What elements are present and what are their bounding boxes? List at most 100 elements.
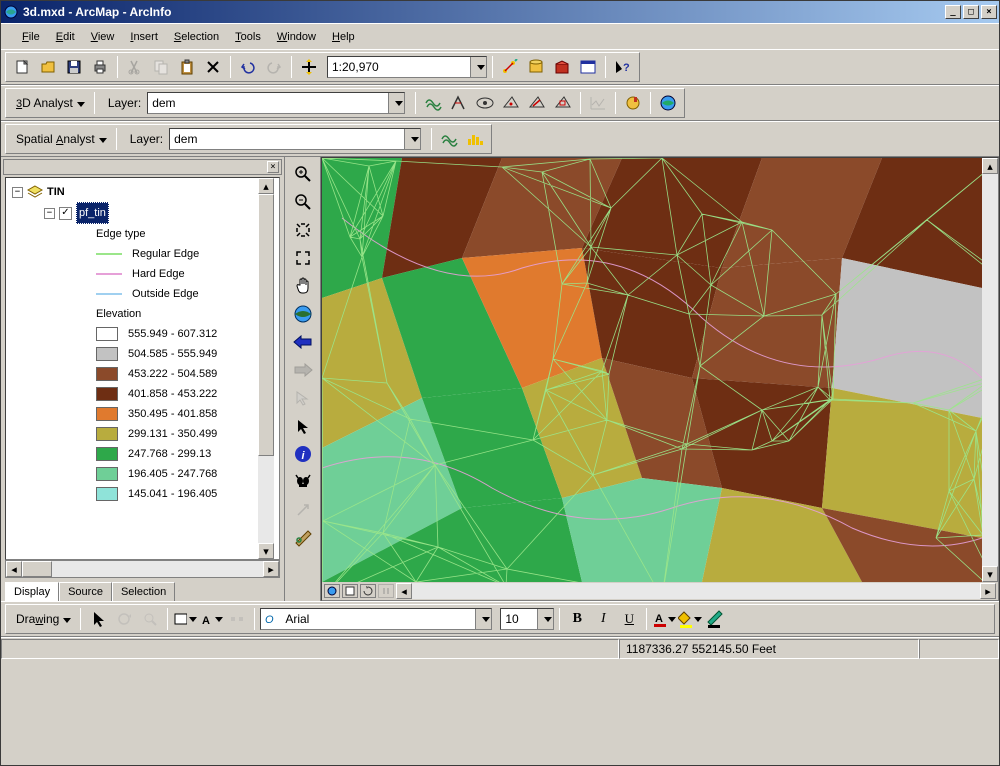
select-features-icon[interactable] xyxy=(290,385,316,411)
arcglobe-button[interactable] xyxy=(656,91,680,115)
scroll-down-button[interactable]: ▾ xyxy=(258,543,274,559)
rotate-icon[interactable] xyxy=(112,607,136,631)
underline-button[interactable]: U xyxy=(617,607,641,631)
map-vertical-scrollbar[interactable]: ▴ ▾ xyxy=(982,158,998,582)
tree-root-row[interactable]: − TIN xyxy=(6,182,279,202)
tree-layer-row[interactable]: − pf_tin xyxy=(6,202,279,224)
map-horizontal-scrollbar[interactable]: ◂ ▸ xyxy=(396,583,996,599)
scale-combo[interactable]: 1:20,970 xyxy=(327,56,487,78)
layer-combo-3d[interactable]: dem xyxy=(147,92,405,114)
profile-graph-icon[interactable] xyxy=(586,91,610,115)
add-data-button[interactable] xyxy=(297,55,321,79)
collapse-icon[interactable]: − xyxy=(44,208,55,219)
interp-poly-icon[interactable] xyxy=(551,91,575,115)
select-elements-icon[interactable] xyxy=(290,413,316,439)
prev-extent-icon[interactable] xyxy=(290,329,316,355)
find-icon[interactable] xyxy=(290,469,316,495)
menu-file[interactable]: File xyxy=(15,28,47,46)
copy-button[interactable] xyxy=(149,55,173,79)
tab-selection[interactable]: Selection xyxy=(112,582,175,601)
editor-toolbar-button[interactable] xyxy=(498,55,522,79)
zoom-out-icon[interactable] xyxy=(290,189,316,215)
command-line-button[interactable] xyxy=(576,55,600,79)
scroll-right-button[interactable]: ▸ xyxy=(263,561,279,577)
minimize-button[interactable]: _ xyxy=(945,5,961,19)
maximize-button[interactable]: □ xyxy=(963,5,979,19)
measure-icon[interactable] xyxy=(290,525,316,551)
scroll-left-button[interactable]: ◂ xyxy=(6,561,22,577)
line-color-button[interactable] xyxy=(704,607,728,631)
undo-button[interactable] xyxy=(236,55,260,79)
sa-contour-icon[interactable] xyxy=(437,127,461,151)
edit-vertices-icon[interactable] xyxy=(225,607,249,631)
print-button[interactable] xyxy=(88,55,112,79)
fontsize-dropdown-button[interactable] xyxy=(537,609,553,629)
save-button[interactable] xyxy=(62,55,86,79)
new-rectangle-tool[interactable] xyxy=(173,607,197,631)
delete-button[interactable] xyxy=(201,55,225,79)
spatial-analyst-menu[interactable]: Spatial Analyst xyxy=(10,132,111,146)
menu-help[interactable]: Help xyxy=(325,28,362,46)
font-dropdown-button[interactable] xyxy=(475,609,491,629)
close-button[interactable]: × xyxy=(981,5,997,19)
fontsize-combo[interactable]: 10 xyxy=(500,608,554,630)
cut-button[interactable] xyxy=(123,55,147,79)
contour-tool-icon[interactable] xyxy=(421,91,445,115)
font-color-button[interactable]: A xyxy=(652,607,676,631)
steepest-path-icon[interactable] xyxy=(447,91,471,115)
arcscene-button[interactable] xyxy=(621,91,645,115)
menu-window[interactable]: Window xyxy=(270,28,323,46)
fill-color-button[interactable] xyxy=(678,607,702,631)
line-of-sight-icon[interactable] xyxy=(473,91,497,115)
layer-name[interactable]: pf_tin xyxy=(76,202,109,224)
menu-tools[interactable]: Tools xyxy=(228,28,268,46)
data-view-button[interactable] xyxy=(324,584,340,598)
font-combo[interactable]: O Arial xyxy=(260,608,492,630)
select-elements-icon[interactable] xyxy=(86,607,110,631)
redo-button[interactable] xyxy=(262,55,286,79)
tab-source[interactable]: Source xyxy=(59,582,112,601)
pan-icon[interactable] xyxy=(290,273,316,299)
layer-checkbox[interactable] xyxy=(59,207,72,220)
fixed-zoom-in-icon[interactable] xyxy=(290,217,316,243)
scroll-down-button[interactable]: ▾ xyxy=(982,566,998,582)
toc-close-button[interactable]: × xyxy=(267,161,279,173)
next-extent-icon[interactable] xyxy=(290,357,316,383)
layer-dropdown-sa[interactable] xyxy=(404,129,420,149)
interp-point-icon[interactable] xyxy=(499,91,523,115)
toc-horizontal-scrollbar[interactable]: ◂ ▸ xyxy=(5,560,280,578)
scroll-up-button[interactable]: ▴ xyxy=(258,178,274,194)
full-extent-icon[interactable] xyxy=(290,301,316,327)
drawing-menu[interactable]: Drawing xyxy=(10,612,75,626)
3d-analyst-menu[interactable]: 3D Analyst xyxy=(10,96,89,110)
refresh-button[interactable] xyxy=(360,584,376,598)
paste-button[interactable] xyxy=(175,55,199,79)
menu-insert[interactable]: Insert xyxy=(123,28,165,46)
scale-dropdown-button[interactable] xyxy=(470,57,486,77)
histogram-icon[interactable] xyxy=(463,127,487,151)
new-button[interactable] xyxy=(10,55,34,79)
go-to-xy-icon[interactable] xyxy=(290,497,316,523)
zoom-in-icon[interactable] xyxy=(290,161,316,187)
scroll-thumb[interactable] xyxy=(258,194,274,456)
menu-selection[interactable]: Selection xyxy=(167,28,226,46)
pause-button[interactable] xyxy=(378,584,394,598)
layout-view-button[interactable] xyxy=(342,584,358,598)
arccatalog-button[interactable] xyxy=(524,55,548,79)
identify-icon[interactable]: i xyxy=(290,441,316,467)
arctoolbox-button[interactable] xyxy=(550,55,574,79)
collapse-icon[interactable]: − xyxy=(12,187,23,198)
layer-dropdown-3d[interactable] xyxy=(388,93,404,113)
bold-button[interactable]: B xyxy=(565,607,589,631)
map-canvas[interactable] xyxy=(322,158,998,582)
open-button[interactable] xyxy=(36,55,60,79)
tab-display[interactable]: Display xyxy=(5,582,59,601)
menu-view[interactable]: View xyxy=(84,28,122,46)
interp-line-icon[interactable] xyxy=(525,91,549,115)
scroll-thumb-h[interactable] xyxy=(22,561,52,577)
italic-button[interactable]: I xyxy=(591,607,615,631)
new-text-tool[interactable]: A xyxy=(199,607,223,631)
layer-combo-sa[interactable]: dem xyxy=(169,128,421,150)
zoom-drawing-icon[interactable] xyxy=(138,607,162,631)
menu-edit[interactable]: Edit xyxy=(49,28,82,46)
